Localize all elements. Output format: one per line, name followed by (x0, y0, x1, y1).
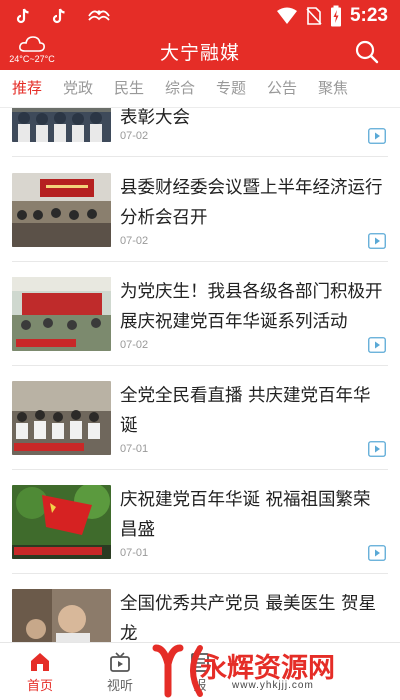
divider (12, 365, 388, 366)
system-status: 5:23 (276, 5, 388, 27)
tab-recommend[interactable]: 推荐 (12, 70, 63, 107)
tv-icon (110, 652, 130, 672)
list-item[interactable]: 全国优秀共产党员 最美医生 贺星龙 (0, 589, 400, 642)
tab-focus[interactable]: 聚焦 (318, 70, 369, 107)
video-play-icon (368, 128, 386, 144)
watermark-overlay: 永辉资源网 www.yhkjjj.com (150, 640, 400, 700)
list-item[interactable]: 县委财经委会议暨上半年经济运行分析会召开 07-02 (0, 173, 400, 277)
news-title: 庆祝建党百年华诞 祝福祖国繁荣昌盛 (120, 490, 371, 540)
news-thumbnail (12, 173, 111, 247)
divider (12, 573, 388, 574)
list-item[interactable]: 表彰大会 07-02 (0, 108, 400, 157)
app-title: 大宁融媒 (159, 42, 240, 64)
app-header: 24°C~27°C 大宁融媒 (0, 34, 400, 70)
search-button[interactable] (354, 39, 380, 65)
app-logo-icon (88, 10, 110, 21)
tab-livelihood[interactable]: 民生 (114, 70, 165, 107)
news-title: 为党庆生！我县各级各部门积极开展庆祝建党百年华诞系列活动 (120, 282, 383, 332)
divider (12, 261, 388, 262)
news-thumbnail (12, 485, 111, 559)
wifi-icon (276, 7, 297, 24)
battery-charging-icon (330, 5, 341, 27)
category-tabs: 推荐 党政 民生 综合 专题 公告 聚焦 (0, 70, 400, 108)
divider (12, 156, 388, 157)
list-item[interactable]: 为党庆生！我县各级各部门积极开展庆祝建党百年华诞系列活动 07-02 (0, 277, 400, 381)
video-play-icon (368, 441, 386, 457)
news-title: 全国优秀共产党员 最美医生 贺星龙 (120, 594, 377, 642)
watermark-url: www.yhkjjj.com (232, 680, 314, 691)
tiktok-icon (52, 8, 65, 24)
notification-icons (14, 7, 112, 25)
list-item[interactable]: 全党全民看直播 共庆建党百年华诞 07-01 (0, 381, 400, 485)
news-feed[interactable]: 表彰大会 07-02 县委财经委会议暨上半年经济运行分析会召开 07-02 为党… (0, 108, 400, 642)
news-title: 全党全民看直播 共庆建党百年华诞 (120, 386, 371, 436)
watermark-logo-icon (152, 644, 203, 698)
news-title: 县委财经委会议暨上半年经济运行分析会召开 (120, 178, 383, 228)
video-play-icon (368, 545, 386, 561)
video-play-icon (368, 233, 386, 249)
news-date: 07-01 (120, 547, 149, 559)
nav-home[interactable]: 首页 (0, 643, 80, 700)
news-date: 07-01 (120, 443, 149, 455)
news-date: 07-02 (120, 235, 149, 247)
nav-audio-video-label: 视听 (106, 679, 133, 694)
video-play-icon (368, 337, 386, 353)
news-thumbnail (12, 277, 111, 351)
nav-home-label: 首页 (26, 679, 53, 694)
news-thumbnail (12, 589, 111, 642)
news-date: 07-02 (120, 339, 149, 351)
list-item[interactable]: 庆祝建党百年华诞 祝福祖国繁荣昌盛 07-01 (0, 485, 400, 589)
tab-announcements[interactable]: 公告 (267, 70, 318, 107)
status-bar: 5:23 (0, 0, 400, 34)
tab-general[interactable]: 综合 (165, 70, 216, 107)
nav-audio-video[interactable]: 视听 (80, 643, 160, 700)
tiktok-icon (16, 8, 29, 24)
tab-party-government[interactable]: 党政 (63, 70, 114, 107)
news-thumbnail (12, 108, 111, 142)
news-title: 表彰大会 (120, 108, 190, 128)
news-date: 07-02 (120, 130, 149, 142)
no-sim-icon (306, 7, 322, 25)
news-thumbnail (12, 381, 111, 455)
clock-time: 5:23 (349, 5, 388, 26)
search-icon (355, 40, 379, 64)
tab-special-topics[interactable]: 专题 (216, 70, 267, 107)
divider (12, 469, 388, 470)
home-icon (31, 653, 49, 671)
